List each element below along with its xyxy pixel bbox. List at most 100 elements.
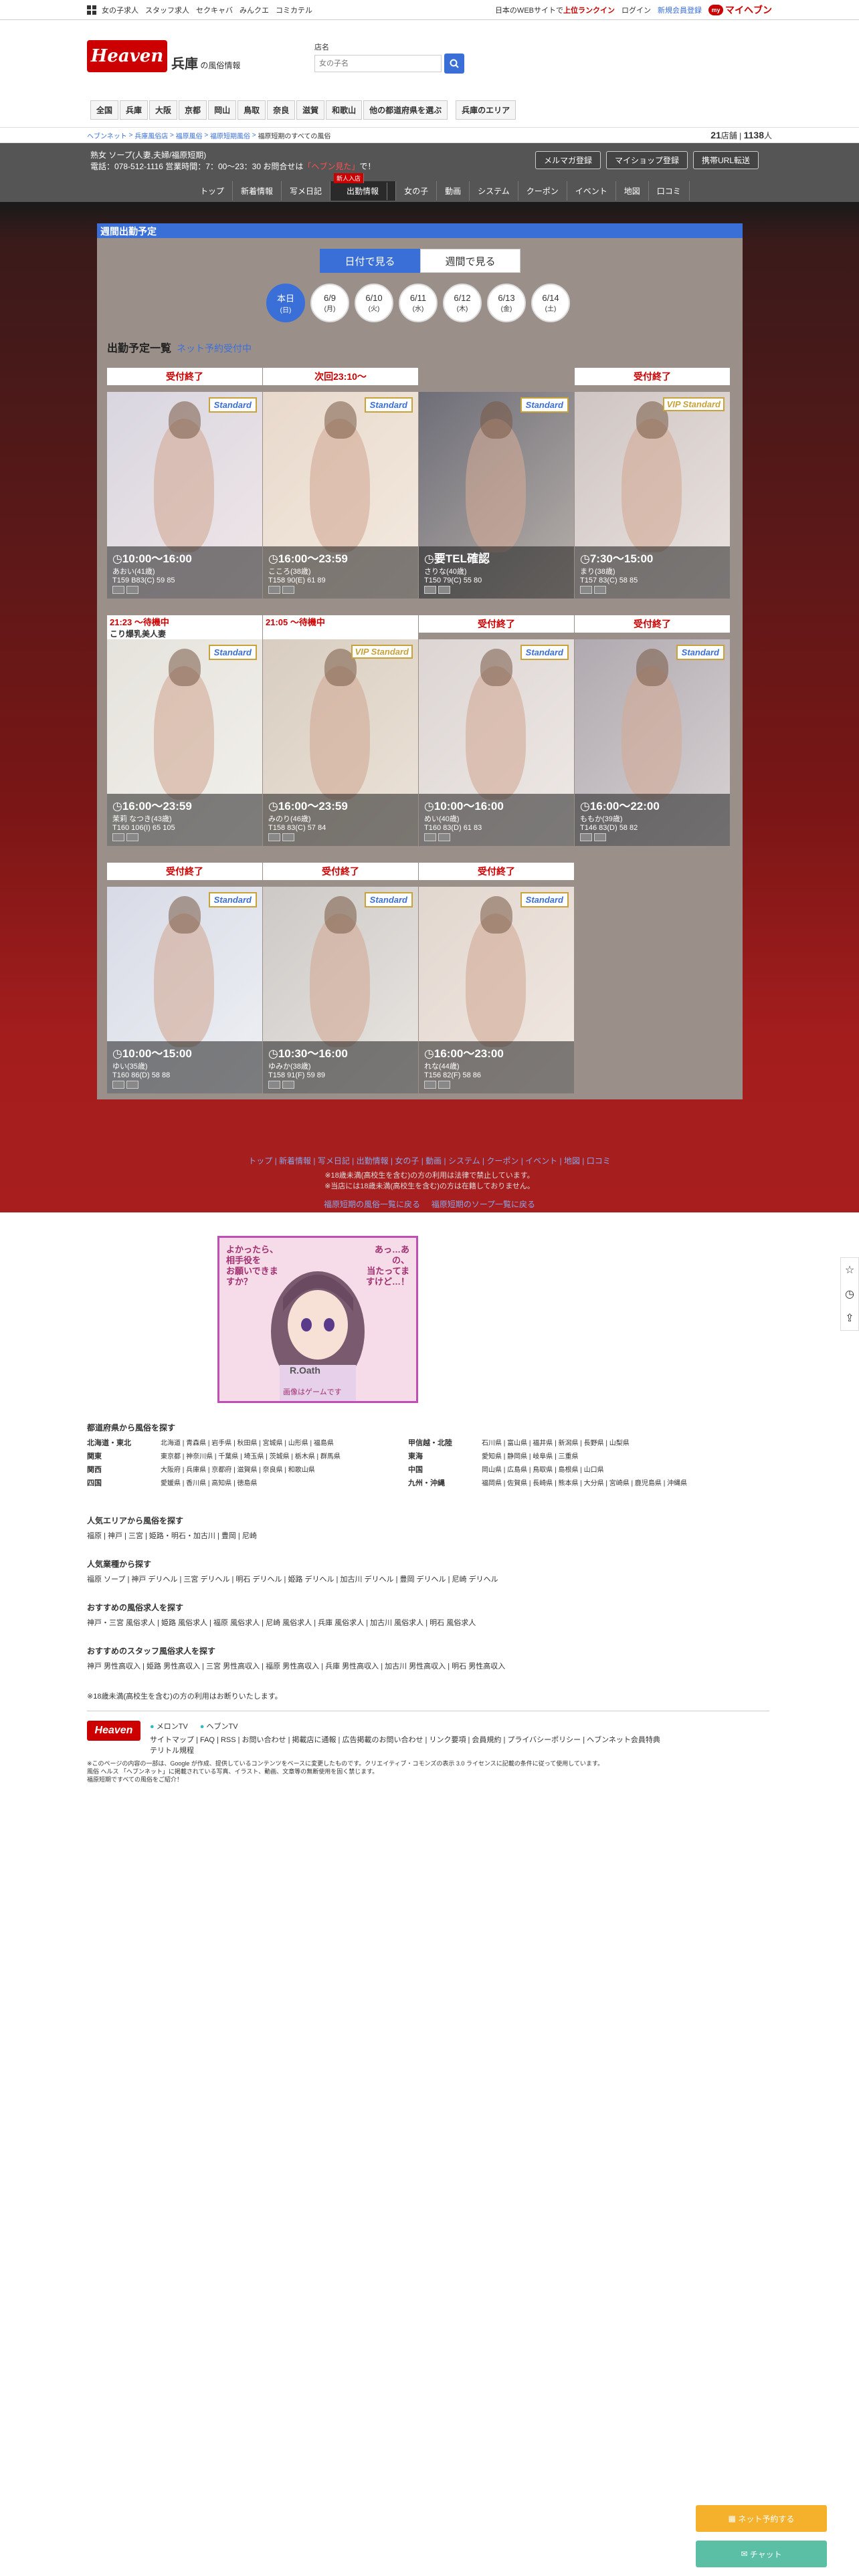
pref-tab[interactable]: 鳥取 <box>237 100 266 120</box>
breadcrumb-item[interactable]: 兵庫風俗店 <box>134 130 168 140</box>
pref-tab[interactable]: 大阪 <box>149 100 178 120</box>
girl-photo[interactable]: ◷10:00〜16:00 あおい(41歳) T159 B83(C) 59 85 <box>107 392 262 599</box>
prefecture-links[interactable]: 石川県 | 富山県 | 福井県 | 新潟県 | 長野県 | 山梨県 <box>482 1437 763 1448</box>
girl-card[interactable]: 受付終了 ◷10:30〜16:00 ゆみか(38歳) T158 91(F) 59 89… <box>263 863 418 1093</box>
girl-card[interactable]: ◷要TEL確認 さりな(40歳) T150 79(C) 55 80 Standard <box>419 368 574 599</box>
girl-card[interactable]: 21:23 〜待機中 こり爆乳美人妻 ◷16:00〜23:59 茉莉 なつき(43歳)… <box>107 615 262 846</box>
girl-card[interactable]: 受付終了 ◷16:00〜23:00 れな(44歳) T156 82(F) 58 86 S… <box>419 863 574 1093</box>
pref-tab[interactable]: 滋賀 <box>296 100 325 120</box>
girl-photo[interactable]: ◷16:00〜22:00 ももか(39歳) T146 83(D) 58 82 <box>575 639 730 846</box>
tab-news[interactable]: 新着情報 <box>233 181 282 201</box>
site-logo[interactable]: Heaven <box>87 40 167 72</box>
back-to-all-link[interactable]: 福原短期の風俗一覧に戻る <box>324 1200 420 1209</box>
back-to-soap-link[interactable]: 福原短期のソープ一覧に戻る <box>432 1200 535 1209</box>
myshop-button[interactable]: マイショップ登録 <box>605 151 688 169</box>
search-button[interactable] <box>444 53 464 74</box>
girl-card[interactable]: 受付終了 ◷10:00〜16:00 めい(40歳) T160 83(D) 61 83 S… <box>419 615 574 846</box>
tab-review[interactable]: 口コミ <box>649 181 690 201</box>
tab-girls[interactable]: 女の子 <box>396 181 438 201</box>
newsletter-button[interactable]: メルマガ登録 <box>535 151 601 169</box>
breadcrumb-item[interactable]: 福原短期風俗 <box>210 130 250 140</box>
tab-event[interactable]: イベント <box>567 181 616 201</box>
view-by-week-button[interactable]: 週間で見る <box>420 249 520 273</box>
day-button[interactable]: 6/12 (木) <box>443 284 482 322</box>
net-reserve-link[interactable]: ネット予約受付中 <box>177 343 252 354</box>
game-banner[interactable]: よかったら、相手役を お願いできますか？ あっ…あの、 当たってますけど…！ R.O… <box>217 1236 418 1403</box>
pref-tab-other[interactable]: 他の都道府県を選ぶ <box>363 100 448 120</box>
my-heaven-button[interactable]: my マイヘブン <box>708 3 772 17</box>
prefecture-links[interactable]: 愛知県 | 静岡県 | 岐阜県 | 三重県 <box>482 1451 763 1461</box>
shop-footer-links[interactable]: トップ | 新着情報 | 写メ日記 | 出勤情報 | 女の子 | 動画 | シス… <box>0 1155 859 1166</box>
girl-photo[interactable]: ◷要TEL確認 さりな(40歳) T150 79(C) 55 80 <box>419 392 574 599</box>
tab-top[interactable]: トップ <box>192 181 233 201</box>
girl-card[interactable]: 次回23:10〜 ◷16:00〜23:59 こころ(38歳) T158 90(E) 6… <box>263 368 418 599</box>
girl-card[interactable]: 受付終了 ◷7:30〜15:00 まり(38歳) T157 83(C) 58 85 VI… <box>575 368 730 599</box>
mobile-url-button[interactable]: 携帯URL転送 <box>692 151 759 169</box>
menu-grid-icon[interactable] <box>87 5 96 15</box>
pref-tab[interactable]: 奈良 <box>267 100 296 120</box>
network-link-3[interactable]: セクキャバ <box>196 5 233 15</box>
tab-coupon[interactable]: クーポン <box>518 181 567 201</box>
footer-logo[interactable]: Heaven <box>87 1721 140 1741</box>
tab-diary[interactable]: 写メ日記 <box>282 181 331 201</box>
pref-tab-area[interactable]: 兵庫のエリア <box>456 100 516 120</box>
network-link-1[interactable]: 女の子求人 <box>102 5 138 15</box>
day-button[interactable]: 6/14 (土) <box>531 284 570 322</box>
day-button[interactable]: 6/11 (水) <box>399 284 438 322</box>
prefecture-links[interactable]: 北海道 | 青森県 | 岩手県 | 秋田県 | 宮城県 | 山形県 | 福島県 <box>161 1437 408 1448</box>
net-reserve-button[interactable]: ▦ ネット予約する <box>696 2505 827 2532</box>
footer-links[interactable]: サイトマップ | FAQ | RSS | お問い合わせ | 掲載店に通報 | 広… <box>150 1734 660 1745</box>
prefecture-links[interactable]: 愛媛県 | 香川県 | 高知県 | 徳島県 <box>161 1477 408 1488</box>
girl-card[interactable]: 受付終了 ◷10:00〜15:00 ゆい(35歳) T160 86(D) 58 88 S… <box>107 863 262 1093</box>
recruit-links[interactable]: 神戸・三宮 風俗求人 | 姫路 風俗求人 | 福原 風俗求人 | 尼崎 風俗求人… <box>87 1617 476 1628</box>
prefecture-links[interactable]: 大阪府 | 兵庫県 | 京都府 | 滋賀県 | 奈良県 | 和歌山県 <box>161 1464 408 1475</box>
breadcrumb-item[interactable]: ヘブンネット <box>87 130 127 140</box>
photo-figure <box>310 419 370 552</box>
chat-button[interactable]: ✉ チャット <box>696 2541 827 2567</box>
view-by-day-button[interactable]: 日付で見る <box>320 249 420 273</box>
tab-system[interactable]: システム <box>470 181 518 201</box>
girl-photo[interactable]: ◷16:00〜23:59 みのり(46歳) T158 83(C) 57 84 <box>263 639 418 846</box>
tab-schedule[interactable]: 出勤情報 新人入店 <box>330 173 397 201</box>
girl-photo[interactable]: ◷10:00〜16:00 めい(40歳) T160 83(D) 61 83 <box>419 639 574 846</box>
breadcrumb-item[interactable]: 福原風俗 <box>176 130 203 140</box>
partner-link[interactable]: ● ヘブンTV <box>200 1721 238 1731</box>
prefecture-links[interactable]: 岡山県 | 広島県 | 鳥取県 | 島根県 | 山口県 <box>482 1464 763 1475</box>
network-link-4[interactable]: みんクエ <box>240 5 269 15</box>
bookmark-icon[interactable]: ☆ <box>844 1263 856 1277</box>
pref-tab[interactable]: 兵庫 <box>120 100 149 120</box>
girl-photo[interactable]: ◷16:00〜23:59 こころ(38歳) T158 90(E) 61 89 <box>263 392 418 599</box>
girl-photo[interactable]: ◷10:00〜15:00 ゆい(35歳) T160 86(D) 58 88 <box>107 887 262 1093</box>
popular-type-links[interactable]: 福原 ソープ | 神戸 デリヘル | 三宮 デリヘル | 明石 デリヘル | 姫… <box>87 1574 498 1584</box>
day-button[interactable]: 6/10 (火) <box>355 284 393 322</box>
footer-links-sub[interactable]: テリトル規程 <box>150 1745 660 1755</box>
history-icon[interactable]: ◷ <box>844 1287 856 1301</box>
day-button[interactable]: 6/13 (金) <box>487 284 526 322</box>
partner-link[interactable]: ● メロンTV <box>150 1721 188 1731</box>
girl-photo[interactable]: ◷16:00〜23:00 れな(44歳) T156 82(F) 58 86 <box>419 887 574 1093</box>
girl-photo[interactable]: ◷10:30〜16:00 ゆみか(38歳) T158 91(F) 59 89 <box>263 887 418 1093</box>
girl-photo[interactable]: ◷7:30〜15:00 まり(38歳) T157 83(C) 58 85 <box>575 392 730 599</box>
day-button-today[interactable]: 本日 (日) <box>266 284 305 322</box>
tab-video[interactable]: 動画 <box>437 181 470 201</box>
pref-tab[interactable]: 京都 <box>179 100 207 120</box>
pref-tab[interactable]: 岡山 <box>208 100 237 120</box>
staff-recruit-links[interactable]: 神戸 男性高収入 | 姫路 男性高収入 | 三宮 男性高収入 | 福原 男性高収… <box>87 1660 505 1671</box>
prefecture-links[interactable]: 福岡県 | 佐賀県 | 長崎県 | 熊本県 | 大分県 | 宮崎県 | 鹿児島県… <box>482 1477 763 1488</box>
day-button[interactable]: 6/9 (月) <box>310 284 349 322</box>
login-link[interactable]: ログイン <box>622 5 651 15</box>
share-icon[interactable]: ⇪ <box>844 1311 856 1325</box>
girl-photo[interactable]: ◷16:00〜23:59 茉莉 なつき(43歳) T160 106(I) 65 10… <box>107 639 262 846</box>
popular-area-links[interactable]: 福原 | 神戸 | 三宮 | 姫路・明石・加古川 | 豊岡 | 尼崎 <box>87 1530 257 1541</box>
girl-card[interactable]: 21:05 〜待機中 ◷16:00〜23:59 みのり(46歳) T158 83(C)… <box>263 615 418 846</box>
girl-card[interactable]: 受付終了 ◷10:00〜16:00 あおい(41歳) T159 B83(C) 59 8… <box>107 368 262 599</box>
tab-map[interactable]: 地図 <box>616 181 649 201</box>
search-input[interactable] <box>314 55 442 72</box>
network-link-2[interactable]: スタッフ求人 <box>145 5 189 15</box>
prefecture-links[interactable]: 東京都 | 神奈川県 | 千葉県 | 埼玉県 | 茨城県 | 栃木県 | 群馬県 <box>161 1451 408 1461</box>
girl-card[interactable]: 受付終了 ◷16:00〜22:00 ももか(39歳) T146 83(D) 58 82… <box>575 615 730 846</box>
register-link[interactable]: 新規会員登録 <box>658 5 702 15</box>
pref-tab[interactable]: 全国 <box>90 100 119 120</box>
pref-tab[interactable]: 和歌山 <box>326 100 363 120</box>
network-link-5[interactable]: コミカテル <box>276 5 312 15</box>
